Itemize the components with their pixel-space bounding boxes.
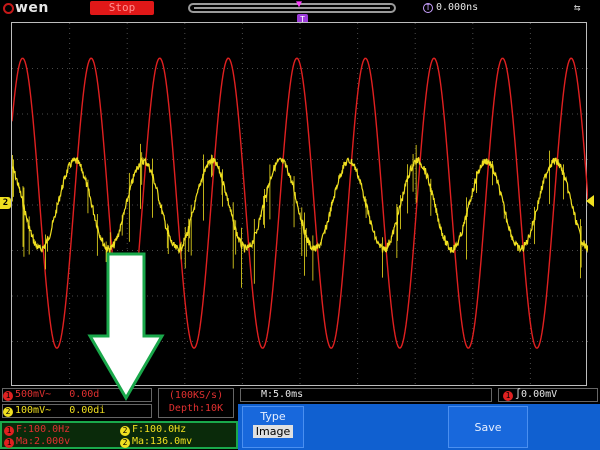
memory-depth: Depth:10K [168,403,224,414]
logo-text: wen [15,0,49,16]
owon-logo: wen [3,0,49,16]
trigger-source-badge: 1 [503,391,513,401]
soft-menu-bar: Type Image Save [238,404,600,450]
ch2-info[interactable]: 2 100mV~ 0.00di [2,404,152,418]
delay-icon: T [423,3,433,13]
save-button[interactable]: Save [448,406,528,448]
memory-position-track [194,7,390,9]
ch1-amp-badge: 1 [4,438,14,448]
memory-position-bar [188,3,396,13]
ch2-amplitude: 2 Ma:136.0mv [120,436,192,448]
trigger-level: 0.00mV [521,389,558,400]
trigger-level-arrow [586,195,594,207]
ch1-frequency: 1 F:100.0Hz [4,424,70,436]
sample-rate: (100KS/s) [168,390,224,401]
ch1-frequency-value: F:100.0Hz [16,424,71,435]
timebase-readout[interactable]: M:5.0ms [240,388,492,402]
ch1-freq-badge: 1 [4,426,14,436]
ch2-freq-badge: 2 [120,426,130,436]
ch2-ground-marker: 2 [0,197,11,209]
ch2-badge: 2 [3,407,13,417]
ch2-scale: 100mV~ [15,405,52,416]
ch1-badge: 1 [3,391,13,401]
usb-icon: ⇆ [573,1,581,14]
trigger-position-arrow: ▼ [296,0,303,10]
ch2-amp-badge: 2 [120,438,130,448]
time-delay-readout: 0.000ns [436,2,479,13]
trigger-info[interactable]: 1 ∫0.00mV [498,388,598,402]
measurement-panel: 1 F:100.0Hz 1 Ma:2.000v 2 F:100.0Hz 2 Ma:136… [0,421,238,449]
ch2-position: 0.00di [69,405,106,416]
ch2-frequency: 2 F:100.0Hz [120,424,186,436]
ch1-amplitude-value: Ma:2.000v [16,436,71,447]
run-state-badge[interactable]: Stop [90,1,154,15]
ch1-amplitude: 1 Ma:2.000v [4,436,70,448]
ch2-frequency-value: F:100.0Hz [132,424,187,435]
type-value: Image [252,425,294,438]
logo-o-mark [3,3,14,14]
type-menu-button[interactable]: Type Image [242,406,304,448]
ch2-amplitude-value: Ma:136.0mv [132,436,193,447]
ch1-scale: 500mV~ [15,389,52,400]
type-label: Type [260,410,286,423]
down-arrow-icon [87,252,165,401]
sample-info: (100KS/s) Depth:10K [158,388,234,418]
